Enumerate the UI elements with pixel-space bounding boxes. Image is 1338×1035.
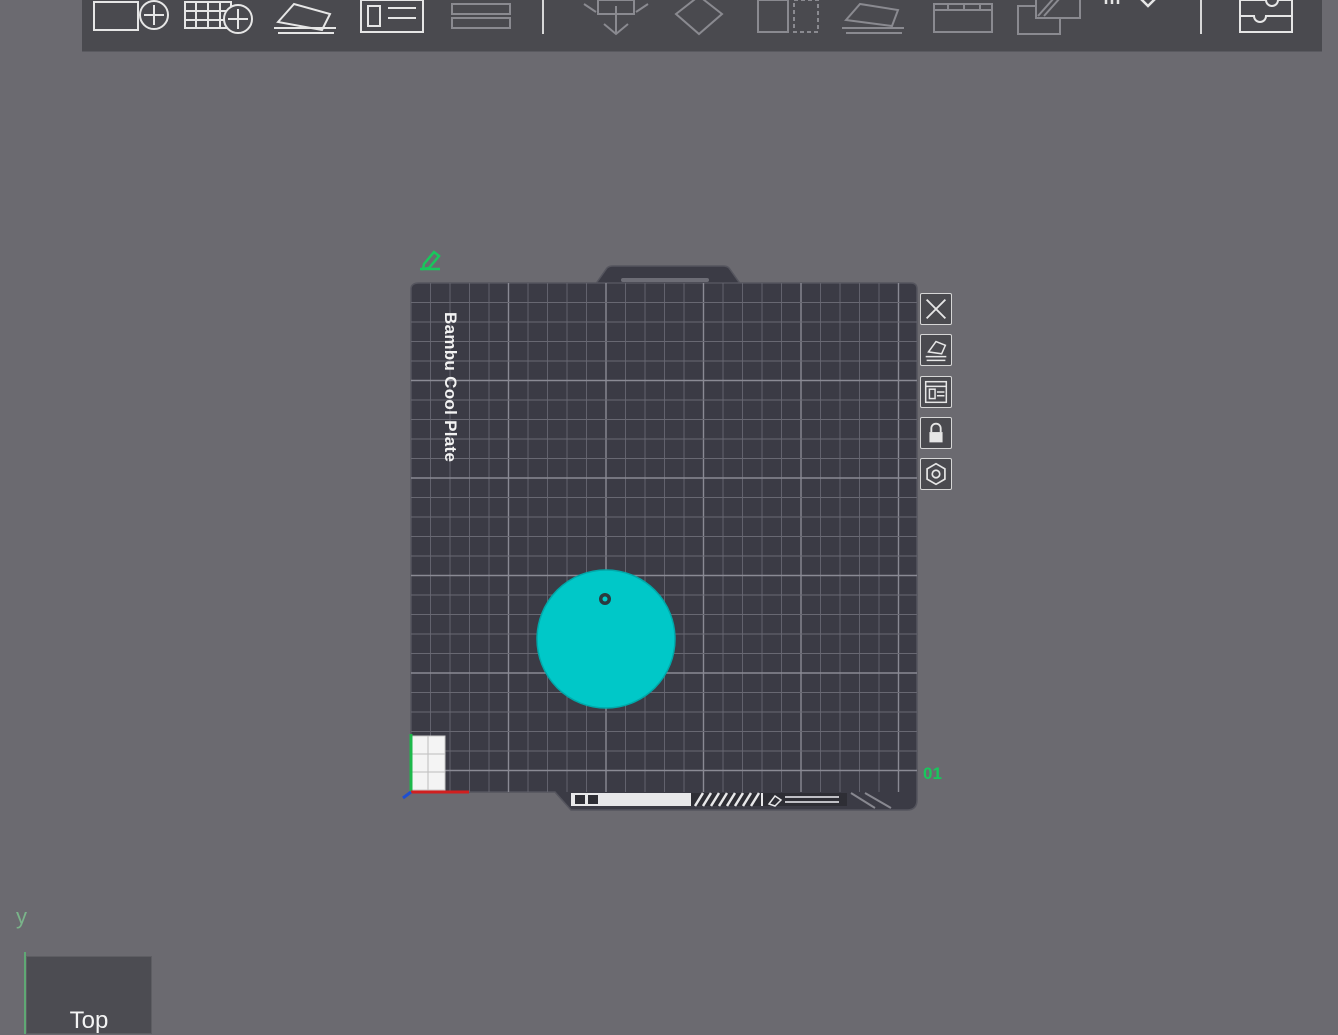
pencil-icon[interactable] xyxy=(420,250,441,271)
axis-y-label: y xyxy=(16,904,27,929)
text-icon xyxy=(1104,0,1156,8)
add-cube-icon xyxy=(93,0,169,31)
assembly-button[interactable] xyxy=(1234,0,1296,40)
arrange-icon xyxy=(360,0,424,33)
text-tool-button[interactable] xyxy=(1098,0,1168,40)
main-toolbar xyxy=(82,0,1322,52)
round-tag-object[interactable] xyxy=(536,569,676,709)
support-paint-button[interactable] xyxy=(1014,0,1086,40)
arrange-plate-button[interactable] xyxy=(920,376,952,408)
lay-on-face-icon xyxy=(842,2,904,34)
move-button[interactable] xyxy=(576,0,656,40)
cut-button[interactable] xyxy=(930,0,996,40)
orient-plate-button[interactable] xyxy=(920,334,952,366)
plate-name-label: Bambu Cool Plate xyxy=(441,312,460,463)
build-plate[interactable] xyxy=(395,240,965,820)
rotate-icon xyxy=(674,0,724,36)
split-icon xyxy=(451,3,511,29)
add-object-button[interactable] xyxy=(90,0,182,40)
auto-orient-button[interactable] xyxy=(270,0,342,40)
plate-settings-button[interactable] xyxy=(920,458,952,490)
close-icon xyxy=(925,298,947,320)
orient-icon xyxy=(925,340,947,362)
mirror-icon xyxy=(757,0,819,33)
build-plate-graphic xyxy=(402,250,918,811)
rotate-button[interactable] xyxy=(666,0,732,40)
support-icon xyxy=(1017,0,1081,35)
plate-number-label: 01 xyxy=(923,764,942,783)
arrange-button[interactable] xyxy=(358,0,428,40)
lock-icon xyxy=(929,422,943,443)
gear-icon xyxy=(926,462,946,486)
toolbar-divider xyxy=(1200,0,1202,34)
puzzle-icon xyxy=(1239,0,1293,33)
split-button[interactable] xyxy=(446,0,516,40)
move-icon xyxy=(583,0,649,36)
delete-plate-button[interactable] xyxy=(920,293,952,325)
add-plate-button[interactable] xyxy=(182,0,256,40)
arrange-icon xyxy=(924,380,948,404)
mirror-button[interactable] xyxy=(752,0,824,40)
view-cube-label: Top xyxy=(69,1007,109,1034)
toolbar-divider xyxy=(542,0,544,34)
lay-on-face-button[interactable] xyxy=(838,0,910,40)
add-grid-icon xyxy=(184,1,253,34)
plate-info-strip xyxy=(571,792,892,809)
cut-icon xyxy=(933,3,993,33)
orient-icon xyxy=(274,2,336,34)
view-cube[interactable]: Top xyxy=(26,956,152,1034)
lock-plate-button[interactable] xyxy=(920,417,952,449)
